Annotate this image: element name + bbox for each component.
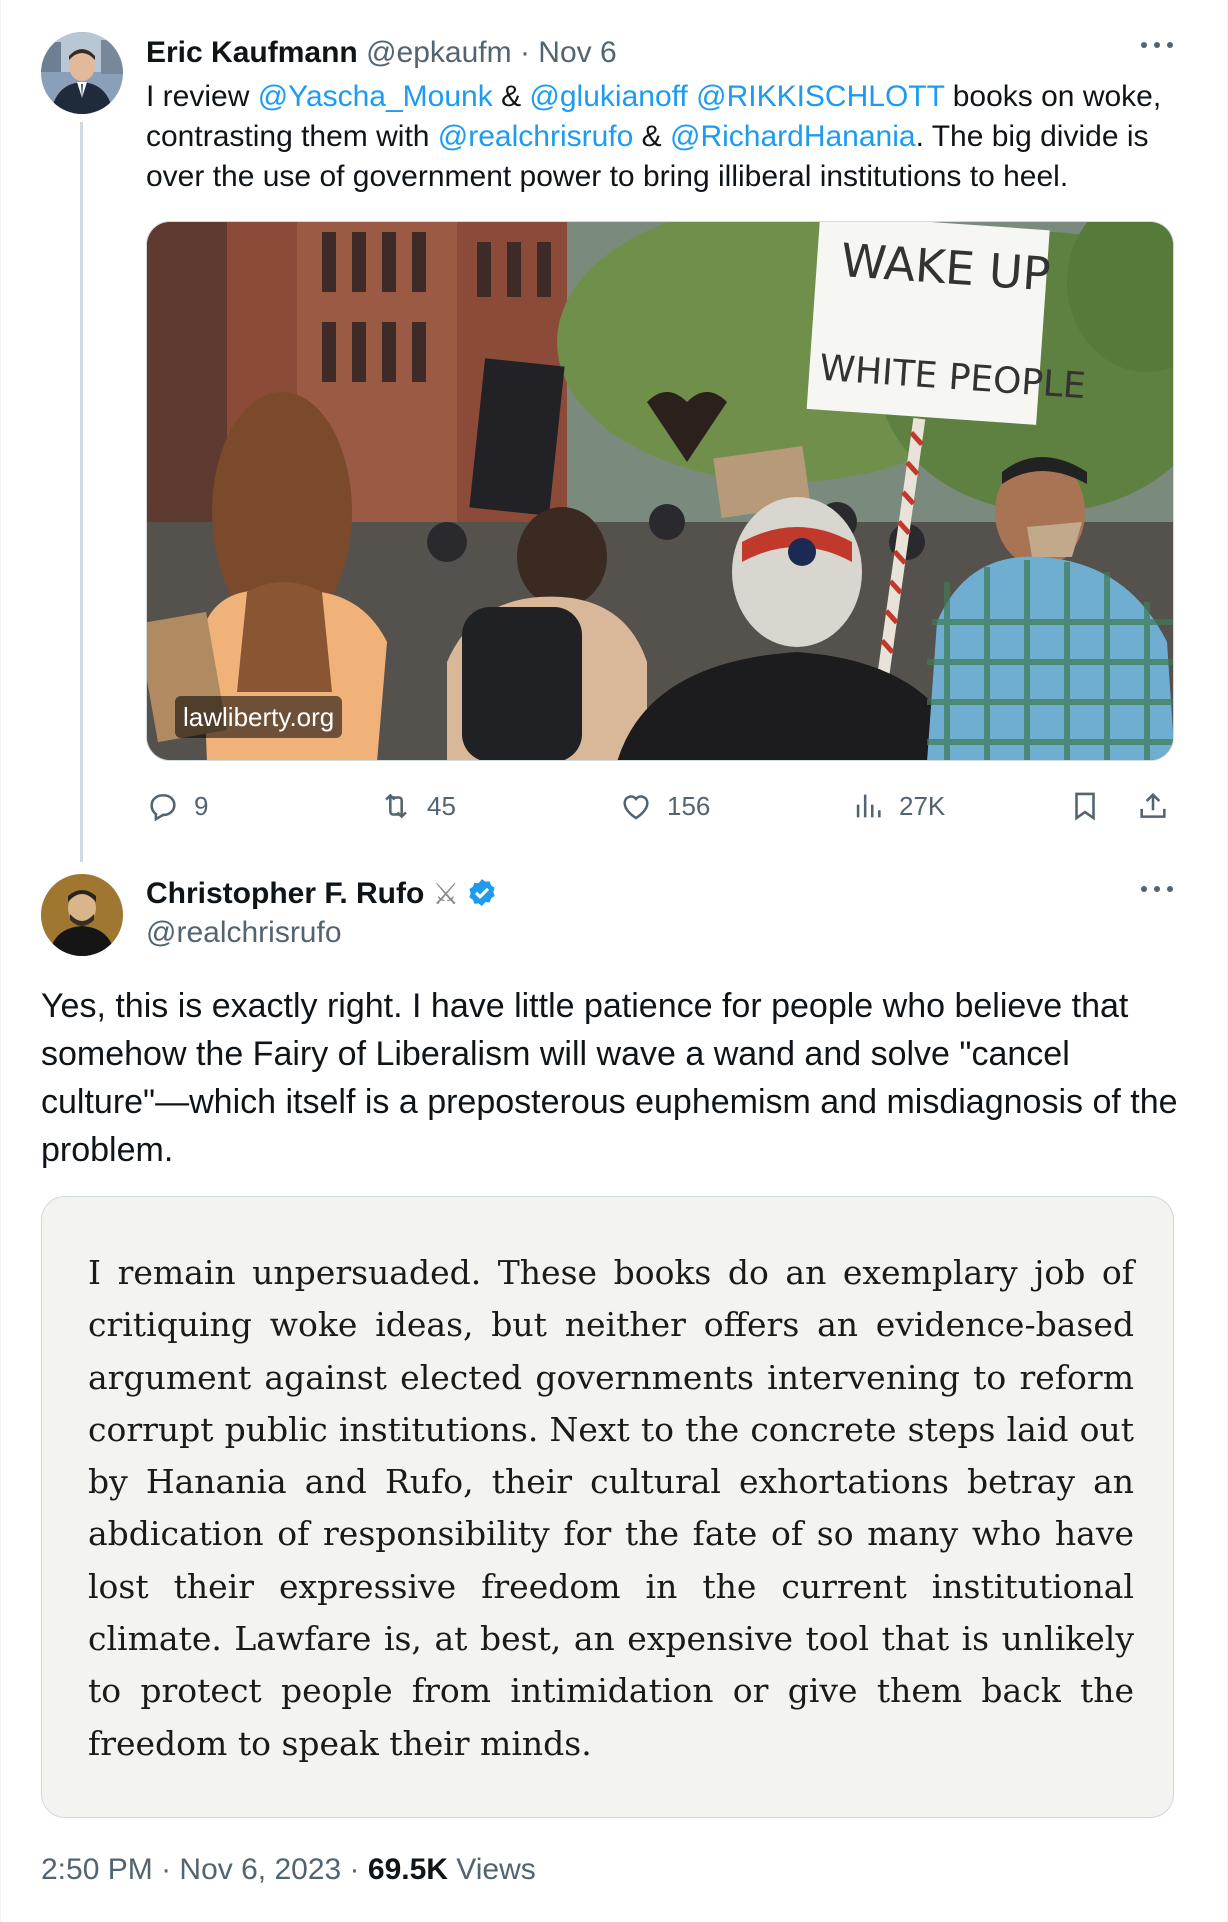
avatar[interactable] (41, 32, 123, 114)
main-tweet-text: Yes, this is exactly right. I have littl… (41, 987, 1178, 1169)
separator-dot: · (349, 1853, 360, 1886)
views-label: Views (456, 1853, 536, 1886)
bookmark-icon (1075, 792, 1095, 821)
mention-link[interactable]: @glukianoff (529, 80, 687, 113)
thread-connector-line (80, 122, 83, 862)
like-count: 156 (667, 790, 711, 821)
more-options-icon[interactable] (1137, 36, 1177, 56)
verified-badge-icon[interactable] (465, 877, 499, 911)
tweet-date[interactable]: Nov 6 (538, 36, 616, 69)
like-button[interactable]: 156 (619, 784, 710, 828)
reply-count: 9 (194, 790, 209, 821)
mention-link[interactable]: @realchrisrufo (438, 120, 634, 153)
repost-icon (385, 793, 407, 819)
avatar-photo-icon (41, 32, 123, 114)
more-options-icon[interactable] (1137, 880, 1177, 900)
crossed-swords-icon: ⚔ (432, 877, 460, 911)
bookmark-button[interactable] (1068, 784, 1116, 828)
repost-count: 45 (427, 790, 456, 821)
quote-image-text: I remain unpersuaded. These books do an … (88, 1253, 1134, 1763)
avatar-photo-icon (41, 874, 123, 956)
tweet-text-segment: & (492, 80, 530, 113)
tweet-text-segment: I review (146, 80, 258, 113)
separator-dot: · (161, 1853, 172, 1886)
parent-tweet-actions: 9 45 156 27K (146, 784, 1186, 828)
mention-link[interactable]: @Yascha_Mounk (258, 80, 493, 113)
author-name[interactable]: Christopher F. Rufo (146, 877, 424, 911)
mention-link[interactable]: @RIKKISCHLOTT (696, 80, 944, 113)
author-handle[interactable]: @realchrisrufo (146, 914, 342, 952)
separator-dot: · (519, 36, 530, 69)
heart-icon (623, 795, 649, 820)
author-name[interactable]: Eric Kaufmann (146, 36, 358, 69)
quote-image[interactable]: I remain unpersuaded. These books do an … (41, 1196, 1174, 1818)
tweet-time[interactable]: 2:50 PM (41, 1853, 153, 1886)
views-button[interactable]: 27K (851, 784, 945, 828)
tweet-thread: Eric Kaufmann @epkaufm · Nov 6 I review … (0, 0, 1228, 1922)
tweet-text-segment: & (633, 120, 670, 153)
avatar[interactable] (41, 874, 123, 956)
tweet-text-segment (688, 80, 696, 113)
main-tweet-header: Christopher F. Rufo ⚔ (146, 874, 499, 914)
parent-tweet-header: Eric Kaufmann @epkaufm · Nov 6 (146, 34, 1146, 72)
repost-button[interactable]: 45 (379, 784, 456, 828)
link-domain-label[interactable]: lawliberty.org (175, 696, 343, 738)
reply-button[interactable]: 9 (146, 784, 208, 828)
view-count: 27K (899, 790, 946, 821)
views-count[interactable]: 69.5K (368, 1853, 448, 1886)
mention-link[interactable]: @RichardHanania (670, 120, 916, 153)
tweet-full-date[interactable]: Nov 6, 2023 (179, 1853, 341, 1886)
share-button[interactable] (1136, 784, 1184, 828)
protest-photo-icon: WAKE UP WHITE PEOPLE (147, 222, 1173, 760)
share-icon (1140, 792, 1166, 818)
parent-tweet-text: I review @Yascha_Mounk & @glukianoff @RI… (146, 77, 1196, 197)
analytics-icon (856, 794, 881, 818)
reply-icon (150, 794, 176, 822)
tweet-metadata: 2:50 PM · Nov 6, 2023 · 69.5K Views (41, 1850, 536, 1890)
link-card-image[interactable]: WAKE UP WHITE PEOPLE lawliberty.org (146, 221, 1174, 761)
author-handle[interactable]: @epkaufm (366, 36, 512, 69)
